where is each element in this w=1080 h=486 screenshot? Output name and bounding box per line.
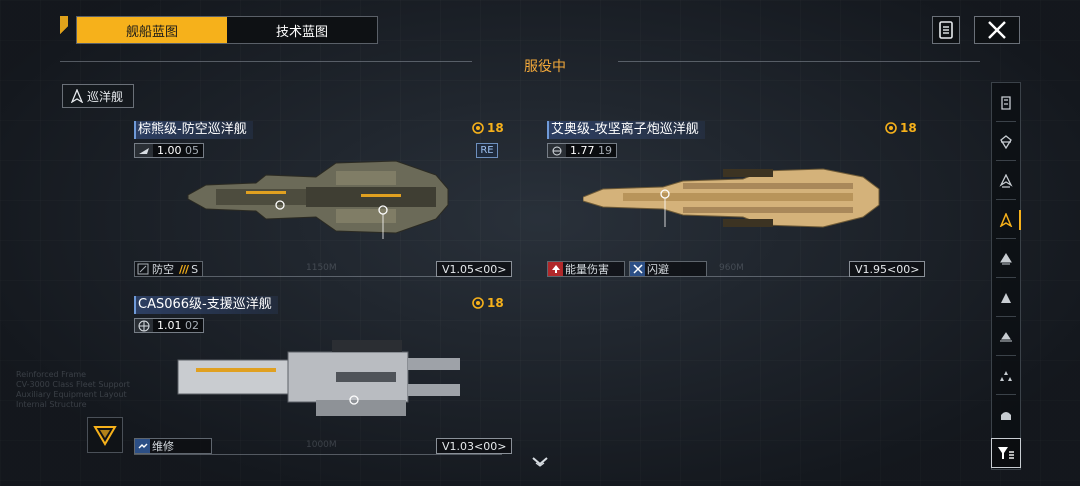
ship-card-cas066[interactable]: CAS066级-支援巡洋舰 18 1.01 02 1000M 维修 V1.03<… xyxy=(134,296,513,456)
trait-grade: S xyxy=(191,262,199,276)
ship-model-io xyxy=(583,168,880,228)
ship-badge-value: 18 xyxy=(900,121,917,135)
close-icon xyxy=(988,21,1006,39)
rail-item-destroyer[interactable] xyxy=(992,167,1020,195)
cruiser-icon xyxy=(71,89,83,103)
version-sub: 02 xyxy=(185,319,199,332)
ship-title: 艾奥级-攻坚离子炮巡洋舰 xyxy=(547,121,705,139)
ship-badge: 18 xyxy=(472,121,504,135)
trait-label: 能量伤害 xyxy=(565,263,609,276)
ship-badge-value: 18 xyxy=(487,121,504,135)
ship-version-tag: V1.95<00> xyxy=(849,261,926,277)
trait-rank-bars: /// xyxy=(179,262,189,276)
trait-energy-damage[interactable]: 能量伤害 xyxy=(547,261,625,277)
rail-item-corvette[interactable] xyxy=(992,284,1020,312)
ship-card-grizzly[interactable]: 棕熊级-防空巡洋舰 18 1.00 05 RE 1150M 防空 /// S V… xyxy=(134,121,513,279)
ship-badge-value: 18 xyxy=(487,296,504,310)
category-label: 巡洋舰 xyxy=(87,89,124,104)
hull-type-icon xyxy=(135,144,153,157)
ship-title: 棕熊级-防空巡洋舰 xyxy=(134,121,253,139)
ship-card-io[interactable]: 艾奥级-攻坚离子炮巡洋舰 18 1.77 19 960M 能量伤害 闪避 V1.… xyxy=(547,121,926,279)
accent-marker xyxy=(60,16,68,44)
background-annotation: Reinforced Frame CV-3000 Class Fleet Sup… xyxy=(16,370,130,409)
destroyer-icon xyxy=(999,174,1013,188)
evade-icon xyxy=(630,262,645,276)
ship-badge: 18 xyxy=(472,296,504,310)
frigate-icon xyxy=(1000,253,1012,265)
version-sub: 19 xyxy=(598,144,612,157)
squadron-icon xyxy=(1000,371,1012,381)
faction-emblem-button[interactable] xyxy=(87,417,123,453)
tab-tech-blueprint[interactable]: 技术蓝图 xyxy=(227,17,377,43)
rail-item-cruiser[interactable] xyxy=(992,206,1021,234)
filter-button[interactable] xyxy=(991,438,1021,468)
version-main: 1.77 xyxy=(570,144,595,157)
auxiliary-icon xyxy=(1001,412,1011,420)
rail-item-carrier[interactable] xyxy=(992,89,1020,117)
ship-model-grizzly xyxy=(187,160,449,239)
ship-version-tag: V1.05<00> xyxy=(436,261,513,277)
trait-label: 维修 xyxy=(152,440,174,453)
battlecruiser-icon xyxy=(1000,135,1012,149)
laurel-icon xyxy=(472,122,484,134)
fighter-icon xyxy=(1000,332,1012,342)
ship-title: CAS066级-支援巡洋舰 xyxy=(134,296,278,314)
version-main: 1.00 xyxy=(157,144,182,157)
rail-item-squadron[interactable] xyxy=(992,362,1020,390)
hull-class-rail xyxy=(991,82,1021,470)
carrier-icon xyxy=(1001,96,1011,110)
ship-length: 1000M xyxy=(306,440,337,450)
status-heading: 服役中 xyxy=(524,59,566,75)
card-baseline xyxy=(134,454,502,455)
hull-type-icon xyxy=(135,319,153,332)
rail-divider xyxy=(996,199,1016,200)
energy-damage-icon xyxy=(548,262,563,276)
category-chip[interactable]: 巡洋舰 xyxy=(62,84,135,108)
version-main: 1.01 xyxy=(157,319,182,332)
cruiser-icon xyxy=(999,213,1013,227)
trait-evade[interactable]: 闪避 xyxy=(629,261,707,277)
top-bar: 舰船蓝图 技术蓝图 xyxy=(60,16,1020,44)
rail-item-frigate[interactable] xyxy=(992,245,1020,273)
tab-ship-blueprint[interactable]: 舰船蓝图 xyxy=(77,17,227,43)
trait-row: 能量伤害 闪避 xyxy=(547,261,707,277)
document-icon xyxy=(939,21,953,39)
laurel-icon xyxy=(885,122,897,134)
scroll-down-icon[interactable] xyxy=(531,456,549,468)
ship-version-chip: 1.01 02 xyxy=(134,318,204,333)
laurel-icon xyxy=(472,297,484,309)
repair-icon xyxy=(135,439,150,453)
rail-divider xyxy=(996,121,1016,122)
rail-divider xyxy=(996,160,1016,161)
ship-length: 1150M xyxy=(306,263,337,273)
notes-button[interactable] xyxy=(932,16,960,44)
anti-air-icon xyxy=(135,262,150,276)
blueprint-tabs: 舰船蓝图 技术蓝图 xyxy=(76,16,378,44)
trait-row: 维修 xyxy=(134,438,212,454)
rail-item-fighter[interactable] xyxy=(992,323,1020,351)
re-tag: RE xyxy=(476,143,498,158)
ship-version-chip: 1.77 19 xyxy=(547,143,617,158)
rail-divider xyxy=(996,238,1016,239)
rail-divider xyxy=(996,277,1016,278)
trait-anti-air[interactable]: 防空 /// S xyxy=(134,261,204,277)
ship-model-cas066 xyxy=(177,340,460,416)
trait-label: 防空 xyxy=(152,263,174,276)
ship-badge: 18 xyxy=(885,121,917,135)
rail-divider xyxy=(996,355,1016,356)
rail-divider xyxy=(996,394,1016,395)
rail-item-battlecruiser[interactable] xyxy=(992,128,1020,156)
rail-divider xyxy=(996,316,1016,317)
trait-label: 闪避 xyxy=(647,263,669,276)
trait-row: 防空 /// S xyxy=(134,261,204,277)
filter-icon xyxy=(998,447,1014,459)
ship-version-tag: V1.03<00> xyxy=(436,438,513,454)
rail-item-auxiliary[interactable] xyxy=(992,401,1020,429)
hull-type-icon xyxy=(548,144,566,157)
corvette-icon xyxy=(1001,293,1011,303)
trait-repair[interactable]: 维修 xyxy=(134,438,212,454)
ship-length: 960M xyxy=(719,263,744,273)
faction-emblem-icon xyxy=(93,426,117,446)
close-button[interactable] xyxy=(974,16,1020,44)
